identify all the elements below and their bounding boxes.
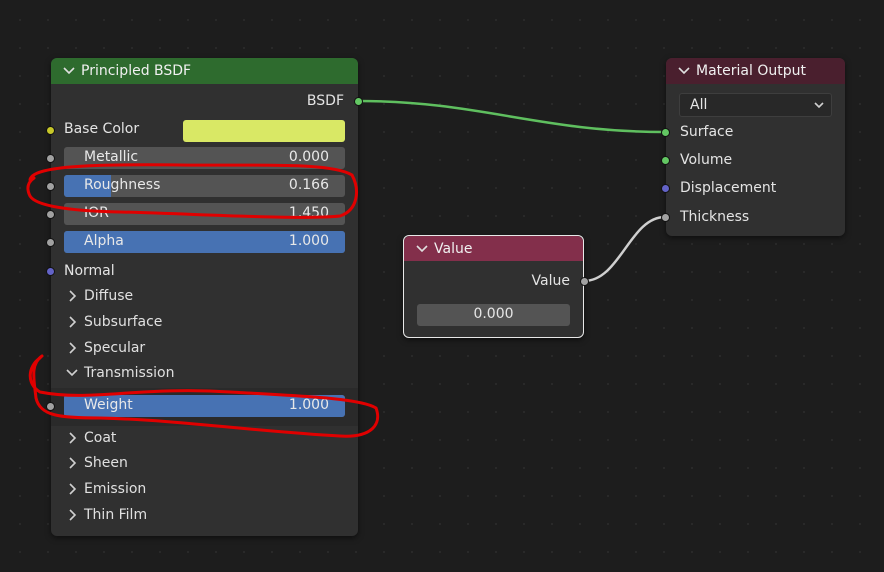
normal-label: Normal: [64, 263, 115, 279]
volume-socket[interactable]: [661, 156, 670, 165]
panel-emission-label: Emission: [84, 481, 147, 497]
chevron-right-icon: [64, 455, 80, 471]
link-bsdf-to-surface[interactable]: [357, 99, 666, 134]
alpha-value: 1.000: [288, 233, 329, 249]
panel-sheen-label: Sheen: [84, 455, 128, 471]
chevron-down-icon[interactable]: [414, 241, 430, 257]
panel-subsurface[interactable]: Subsurface: [64, 314, 162, 330]
panel-transmission-label: Transmission: [84, 365, 175, 381]
chevron-down-icon: [64, 365, 80, 381]
displacement-label: Displacement: [680, 180, 777, 196]
alpha-socket[interactable]: [46, 238, 55, 247]
output-target-select[interactable]: All: [679, 93, 832, 117]
metallic-field[interactable]: Metallic 0.000: [64, 147, 345, 169]
metallic-socket[interactable]: [46, 154, 55, 163]
roughness-socket[interactable]: [46, 182, 55, 191]
panel-coat[interactable]: Coat: [64, 430, 116, 446]
panel-transmission[interactable]: Transmission: [64, 365, 174, 381]
alpha-label: Alpha: [84, 233, 124, 249]
metallic-label: Metallic: [84, 149, 139, 165]
metallic-value: 0.000: [288, 149, 329, 165]
chevron-down-icon[interactable]: [61, 63, 77, 79]
chevron-right-icon: [64, 314, 80, 330]
alpha-field[interactable]: Alpha 1.000: [64, 231, 345, 253]
bsdf-output-label: BSDF: [306, 93, 344, 109]
panel-diffuse-label: Diffuse: [84, 288, 134, 304]
ior-socket[interactable]: [46, 210, 55, 219]
principled-bsdf-node[interactable]: Principled BSDF BSDF Base Color Metallic…: [46, 58, 363, 536]
bsdf-output-socket[interactable]: [354, 97, 363, 106]
base-color-swatch[interactable]: [183, 120, 345, 142]
thickness-socket[interactable]: [661, 213, 670, 222]
panel-sheen[interactable]: Sheen: [64, 455, 128, 471]
chevron-right-icon: [64, 288, 80, 304]
chevron-right-icon: [64, 430, 80, 446]
material-output-node[interactable]: Material Output All Surface Volume Displ…: [661, 58, 845, 236]
bsdf-node-header[interactable]: Principled BSDF: [51, 58, 358, 84]
link-value-to-thickness[interactable]: [583, 215, 666, 283]
base-color-socket[interactable]: [46, 126, 55, 135]
chevron-right-icon: [64, 340, 80, 356]
displacement-socket[interactable]: [661, 184, 670, 193]
value-node-header[interactable]: Value: [404, 236, 583, 261]
value-field[interactable]: 0.000: [417, 304, 570, 326]
panel-specular[interactable]: Specular: [64, 340, 145, 356]
output-node-title: Material Output: [696, 63, 806, 79]
chevron-right-icon: [64, 507, 80, 523]
weight-value: 1.000: [288, 397, 329, 413]
value-node[interactable]: Value Value 0.000: [403, 235, 589, 338]
panel-coat-label: Coat: [84, 430, 117, 446]
roughness-label: Roughness: [84, 177, 161, 193]
thickness-label: Thickness: [680, 209, 750, 225]
surface-socket[interactable]: [661, 128, 670, 137]
output-target-value: All: [690, 97, 708, 113]
panel-thin-film[interactable]: Thin Film: [64, 507, 147, 523]
weight-label: Weight: [84, 397, 133, 413]
normal-socket[interactable]: [46, 267, 55, 276]
panel-subsurface-label: Subsurface: [84, 314, 163, 330]
panel-emission[interactable]: Emission: [64, 481, 146, 497]
panel-specular-label: Specular: [84, 340, 146, 356]
value-field-value: 0.000: [473, 306, 514, 322]
chevron-down-icon: [813, 98, 825, 116]
base-color-label: Base Color: [64, 121, 140, 137]
panel-thin-film-label: Thin Film: [84, 507, 148, 523]
value-output-label: Value: [531, 273, 570, 289]
chevron-down-icon[interactable]: [676, 63, 692, 79]
panel-diffuse[interactable]: Diffuse: [64, 288, 133, 304]
chevron-right-icon: [64, 481, 80, 497]
volume-label: Volume: [680, 152, 733, 168]
ior-field[interactable]: IOR 1.450: [64, 203, 345, 225]
bsdf-node-title: Principled BSDF: [81, 63, 192, 79]
weight-socket[interactable]: [46, 402, 55, 411]
ior-value: 1.450: [288, 205, 329, 221]
value-node-title: Value: [434, 240, 473, 257]
value-output-socket[interactable]: [580, 277, 589, 286]
roughness-field[interactable]: Roughness 0.166: [64, 175, 345, 197]
surface-label: Surface: [680, 124, 734, 140]
output-node-header[interactable]: Material Output: [666, 58, 845, 84]
roughness-value: 0.166: [288, 177, 329, 193]
weight-field[interactable]: Weight 1.000: [64, 395, 345, 417]
ior-label: IOR: [84, 205, 109, 221]
